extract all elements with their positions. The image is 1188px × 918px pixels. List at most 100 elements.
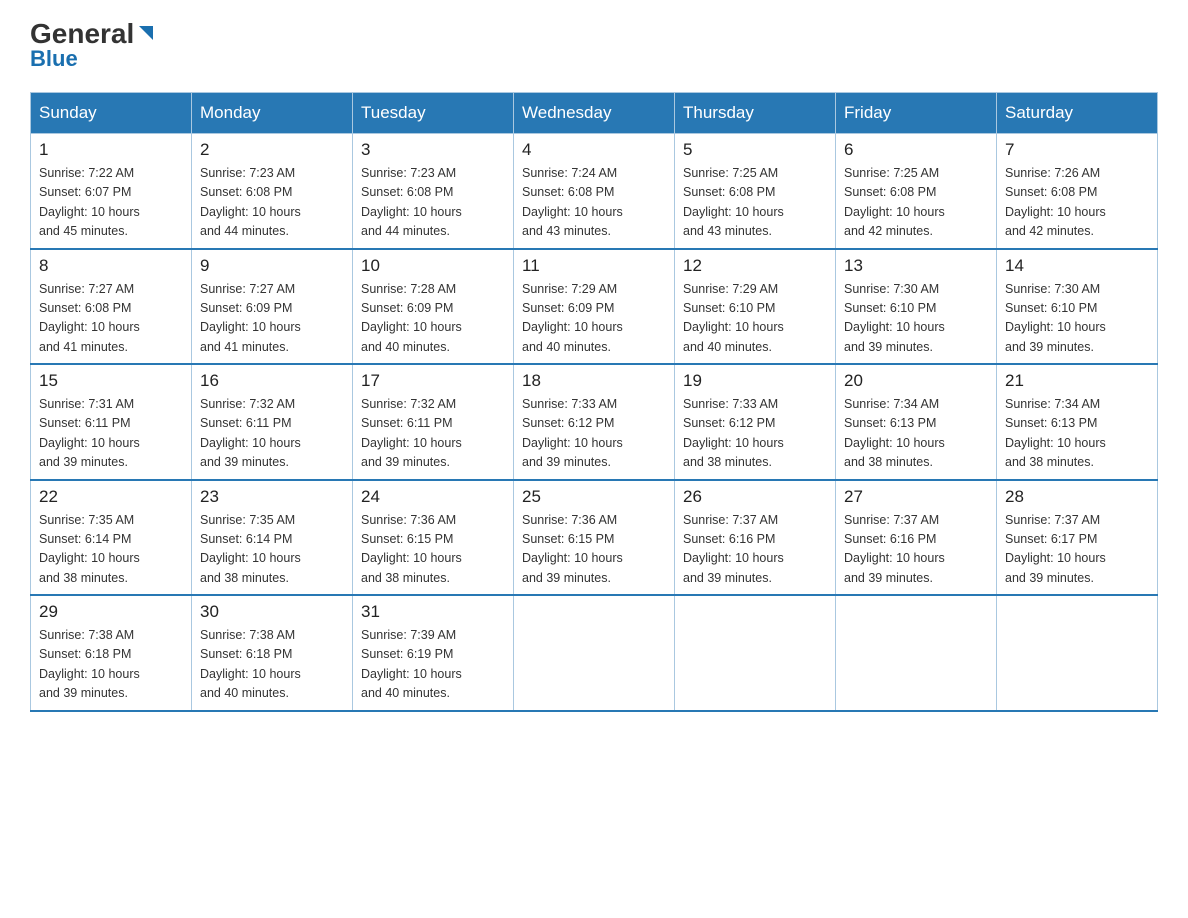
day-number: 24 bbox=[361, 487, 505, 507]
calendar-cell: 22 Sunrise: 7:35 AMSunset: 6:14 PMDaylig… bbox=[31, 480, 192, 596]
calendar-cell: 16 Sunrise: 7:32 AMSunset: 6:11 PMDaylig… bbox=[192, 364, 353, 480]
day-number: 30 bbox=[200, 602, 344, 622]
day-info: Sunrise: 7:37 AMSunset: 6:16 PMDaylight:… bbox=[844, 511, 988, 589]
day-number: 17 bbox=[361, 371, 505, 391]
calendar-cell: 30 Sunrise: 7:38 AMSunset: 6:18 PMDaylig… bbox=[192, 595, 353, 711]
day-info: Sunrise: 7:28 AMSunset: 6:09 PMDaylight:… bbox=[361, 280, 505, 358]
header-wednesday: Wednesday bbox=[514, 93, 675, 134]
day-number: 22 bbox=[39, 487, 183, 507]
calendar-cell: 8 Sunrise: 7:27 AMSunset: 6:08 PMDayligh… bbox=[31, 249, 192, 365]
calendar-week-1: 1 Sunrise: 7:22 AMSunset: 6:07 PMDayligh… bbox=[31, 134, 1158, 249]
logo-general: General bbox=[30, 20, 134, 48]
day-number: 27 bbox=[844, 487, 988, 507]
day-number: 5 bbox=[683, 140, 827, 160]
day-number: 29 bbox=[39, 602, 183, 622]
day-number: 3 bbox=[361, 140, 505, 160]
day-info: Sunrise: 7:37 AMSunset: 6:16 PMDaylight:… bbox=[683, 511, 827, 589]
day-info: Sunrise: 7:25 AMSunset: 6:08 PMDaylight:… bbox=[683, 164, 827, 242]
day-info: Sunrise: 7:29 AMSunset: 6:09 PMDaylight:… bbox=[522, 280, 666, 358]
header-monday: Monday bbox=[192, 93, 353, 134]
calendar-cell: 14 Sunrise: 7:30 AMSunset: 6:10 PMDaylig… bbox=[997, 249, 1158, 365]
header-sunday: Sunday bbox=[31, 93, 192, 134]
calendar-cell: 10 Sunrise: 7:28 AMSunset: 6:09 PMDaylig… bbox=[353, 249, 514, 365]
calendar-cell: 15 Sunrise: 7:31 AMSunset: 6:11 PMDaylig… bbox=[31, 364, 192, 480]
day-number: 13 bbox=[844, 256, 988, 276]
calendar-cell: 28 Sunrise: 7:37 AMSunset: 6:17 PMDaylig… bbox=[997, 480, 1158, 596]
day-info: Sunrise: 7:38 AMSunset: 6:18 PMDaylight:… bbox=[39, 626, 183, 704]
day-number: 25 bbox=[522, 487, 666, 507]
calendar-cell: 7 Sunrise: 7:26 AMSunset: 6:08 PMDayligh… bbox=[997, 134, 1158, 249]
day-info: Sunrise: 7:35 AMSunset: 6:14 PMDaylight:… bbox=[39, 511, 183, 589]
day-number: 6 bbox=[844, 140, 988, 160]
calendar-cell: 19 Sunrise: 7:33 AMSunset: 6:12 PMDaylig… bbox=[675, 364, 836, 480]
calendar-cell: 18 Sunrise: 7:33 AMSunset: 6:12 PMDaylig… bbox=[514, 364, 675, 480]
calendar-week-5: 29 Sunrise: 7:38 AMSunset: 6:18 PMDaylig… bbox=[31, 595, 1158, 711]
day-info: Sunrise: 7:27 AMSunset: 6:08 PMDaylight:… bbox=[39, 280, 183, 358]
day-number: 28 bbox=[1005, 487, 1149, 507]
day-info: Sunrise: 7:31 AMSunset: 6:11 PMDaylight:… bbox=[39, 395, 183, 473]
calendar-cell: 11 Sunrise: 7:29 AMSunset: 6:09 PMDaylig… bbox=[514, 249, 675, 365]
calendar-cell: 3 Sunrise: 7:23 AMSunset: 6:08 PMDayligh… bbox=[353, 134, 514, 249]
calendar-cell: 24 Sunrise: 7:36 AMSunset: 6:15 PMDaylig… bbox=[353, 480, 514, 596]
calendar-cell: 9 Sunrise: 7:27 AMSunset: 6:09 PMDayligh… bbox=[192, 249, 353, 365]
day-number: 9 bbox=[200, 256, 344, 276]
calendar-cell: 31 Sunrise: 7:39 AMSunset: 6:19 PMDaylig… bbox=[353, 595, 514, 711]
day-info: Sunrise: 7:34 AMSunset: 6:13 PMDaylight:… bbox=[844, 395, 988, 473]
calendar-cell: 12 Sunrise: 7:29 AMSunset: 6:10 PMDaylig… bbox=[675, 249, 836, 365]
calendar-cell: 13 Sunrise: 7:30 AMSunset: 6:10 PMDaylig… bbox=[836, 249, 997, 365]
day-info: Sunrise: 7:33 AMSunset: 6:12 PMDaylight:… bbox=[522, 395, 666, 473]
day-number: 15 bbox=[39, 371, 183, 391]
day-number: 7 bbox=[1005, 140, 1149, 160]
day-info: Sunrise: 7:22 AMSunset: 6:07 PMDaylight:… bbox=[39, 164, 183, 242]
header-friday: Friday bbox=[836, 93, 997, 134]
day-info: Sunrise: 7:23 AMSunset: 6:08 PMDaylight:… bbox=[361, 164, 505, 242]
calendar-cell: 26 Sunrise: 7:37 AMSunset: 6:16 PMDaylig… bbox=[675, 480, 836, 596]
day-info: Sunrise: 7:25 AMSunset: 6:08 PMDaylight:… bbox=[844, 164, 988, 242]
calendar-cell: 4 Sunrise: 7:24 AMSunset: 6:08 PMDayligh… bbox=[514, 134, 675, 249]
calendar-cell bbox=[514, 595, 675, 711]
day-number: 31 bbox=[361, 602, 505, 622]
day-number: 21 bbox=[1005, 371, 1149, 391]
day-info: Sunrise: 7:30 AMSunset: 6:10 PMDaylight:… bbox=[1005, 280, 1149, 358]
calendar-cell: 29 Sunrise: 7:38 AMSunset: 6:18 PMDaylig… bbox=[31, 595, 192, 711]
day-info: Sunrise: 7:33 AMSunset: 6:12 PMDaylight:… bbox=[683, 395, 827, 473]
calendar-cell bbox=[675, 595, 836, 711]
day-info: Sunrise: 7:37 AMSunset: 6:17 PMDaylight:… bbox=[1005, 511, 1149, 589]
day-number: 4 bbox=[522, 140, 666, 160]
calendar-cell: 2 Sunrise: 7:23 AMSunset: 6:08 PMDayligh… bbox=[192, 134, 353, 249]
day-number: 14 bbox=[1005, 256, 1149, 276]
day-info: Sunrise: 7:36 AMSunset: 6:15 PMDaylight:… bbox=[361, 511, 505, 589]
day-info: Sunrise: 7:26 AMSunset: 6:08 PMDaylight:… bbox=[1005, 164, 1149, 242]
calendar-cell: 1 Sunrise: 7:22 AMSunset: 6:07 PMDayligh… bbox=[31, 134, 192, 249]
day-info: Sunrise: 7:39 AMSunset: 6:19 PMDaylight:… bbox=[361, 626, 505, 704]
calendar-cell: 23 Sunrise: 7:35 AMSunset: 6:14 PMDaylig… bbox=[192, 480, 353, 596]
calendar-cell: 6 Sunrise: 7:25 AMSunset: 6:08 PMDayligh… bbox=[836, 134, 997, 249]
calendar-week-4: 22 Sunrise: 7:35 AMSunset: 6:14 PMDaylig… bbox=[31, 480, 1158, 596]
logo-blue: Blue bbox=[30, 46, 78, 72]
day-number: 16 bbox=[200, 371, 344, 391]
calendar-cell: 17 Sunrise: 7:32 AMSunset: 6:11 PMDaylig… bbox=[353, 364, 514, 480]
day-info: Sunrise: 7:38 AMSunset: 6:18 PMDaylight:… bbox=[200, 626, 344, 704]
calendar-cell bbox=[997, 595, 1158, 711]
calendar-cell: 25 Sunrise: 7:36 AMSunset: 6:15 PMDaylig… bbox=[514, 480, 675, 596]
calendar-cell: 21 Sunrise: 7:34 AMSunset: 6:13 PMDaylig… bbox=[997, 364, 1158, 480]
calendar-week-3: 15 Sunrise: 7:31 AMSunset: 6:11 PMDaylig… bbox=[31, 364, 1158, 480]
day-number: 11 bbox=[522, 256, 666, 276]
logo: General Blue bbox=[30, 20, 157, 72]
day-info: Sunrise: 7:30 AMSunset: 6:10 PMDaylight:… bbox=[844, 280, 988, 358]
calendar-cell: 5 Sunrise: 7:25 AMSunset: 6:08 PMDayligh… bbox=[675, 134, 836, 249]
calendar-cell: 27 Sunrise: 7:37 AMSunset: 6:16 PMDaylig… bbox=[836, 480, 997, 596]
day-number: 19 bbox=[683, 371, 827, 391]
calendar-header-row: SundayMondayTuesdayWednesdayThursdayFrid… bbox=[31, 93, 1158, 134]
calendar-week-2: 8 Sunrise: 7:27 AMSunset: 6:08 PMDayligh… bbox=[31, 249, 1158, 365]
calendar-cell: 20 Sunrise: 7:34 AMSunset: 6:13 PMDaylig… bbox=[836, 364, 997, 480]
day-info: Sunrise: 7:34 AMSunset: 6:13 PMDaylight:… bbox=[1005, 395, 1149, 473]
day-number: 26 bbox=[683, 487, 827, 507]
day-info: Sunrise: 7:32 AMSunset: 6:11 PMDaylight:… bbox=[361, 395, 505, 473]
day-number: 10 bbox=[361, 256, 505, 276]
day-number: 23 bbox=[200, 487, 344, 507]
page-header: General Blue bbox=[30, 20, 1158, 72]
header-saturday: Saturday bbox=[997, 93, 1158, 134]
day-number: 12 bbox=[683, 256, 827, 276]
day-info: Sunrise: 7:24 AMSunset: 6:08 PMDaylight:… bbox=[522, 164, 666, 242]
